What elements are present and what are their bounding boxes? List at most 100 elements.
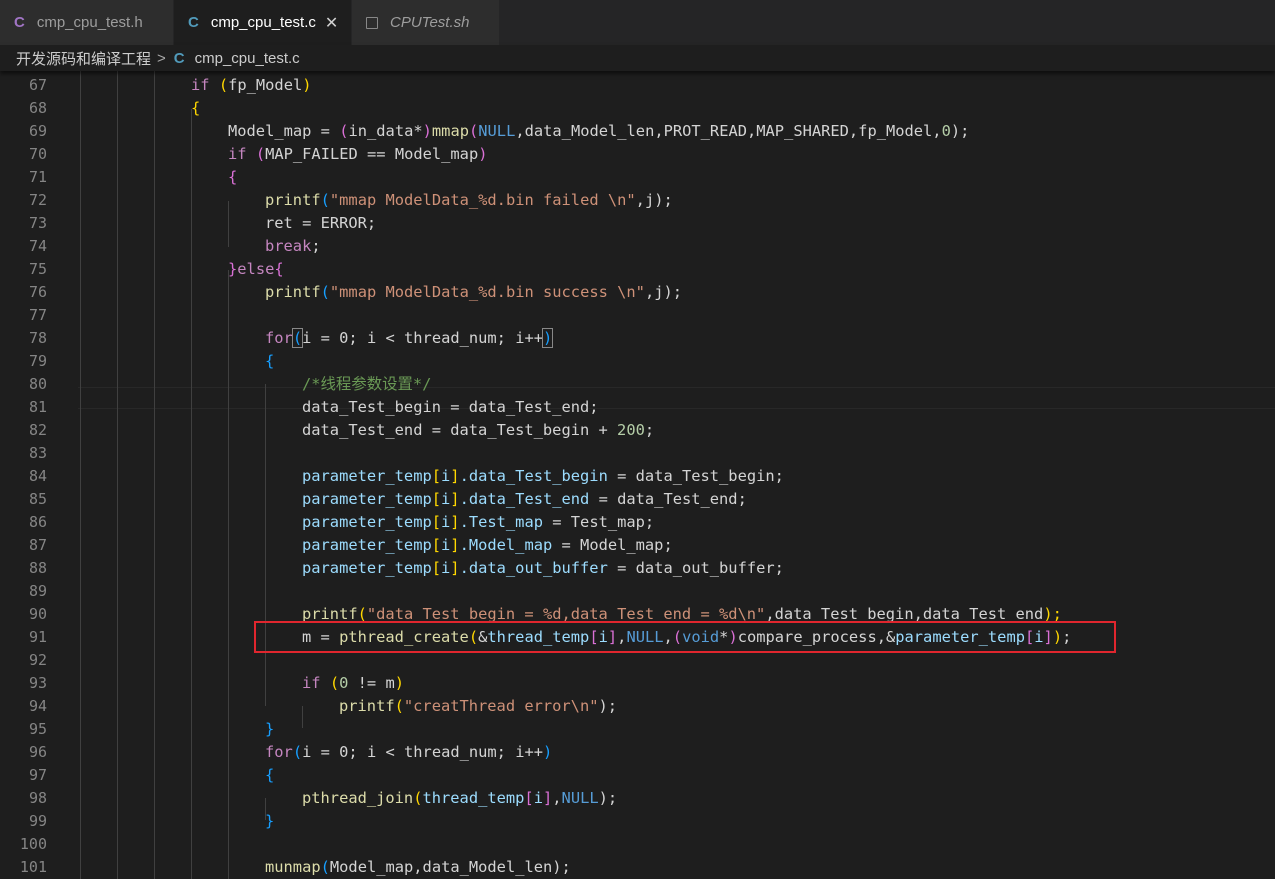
tab-cputest-sh[interactable]: CPUTest.sh	[352, 0, 500, 45]
token: in_data*	[348, 122, 423, 140]
close-icon[interactable]: ✕	[325, 13, 338, 33]
line-number: 72	[28, 191, 47, 209]
code-text: printf("mmap ModelData_%d.bin failed \n"…	[265, 189, 673, 211]
code-text: for(i = 0; i < thread_num; i++)	[265, 741, 552, 763]
token: }	[265, 720, 275, 738]
token: i	[441, 559, 451, 577]
line-number: 87	[28, 536, 47, 554]
line-number: 82	[28, 421, 47, 439]
token: ]	[450, 559, 460, 577]
code-editor[interactable]: 67 if (fp_Model) 68 { 69 Model_map = (in…	[0, 63, 1275, 879]
token: {	[265, 766, 275, 784]
token: = data_Test_end;	[589, 490, 747, 508]
line-number: 80	[28, 375, 47, 393]
code-text: pthread_join(thread_temp[i],NULL);	[302, 787, 617, 809]
tab-label: CPUTest.sh	[390, 14, 470, 31]
line-number: 90	[28, 605, 47, 623]
comment: /*线程参数设置*/	[302, 375, 432, 393]
tab-label: cmp_cpu_test.h	[36, 14, 143, 31]
token: ;	[311, 237, 321, 255]
code-text: Model_map = (in_data*)mmap(NULL,data_Mod…	[228, 120, 969, 142]
line-number: 99	[28, 812, 47, 830]
token: ]	[450, 490, 460, 508]
token: (	[292, 743, 303, 761]
token: Model_map,data_Model_len	[329, 858, 553, 876]
line-number: 94	[28, 697, 47, 715]
token: )	[543, 743, 553, 761]
line-number: 96	[28, 743, 47, 761]
token: (	[209, 76, 229, 94]
code-text: {	[265, 350, 274, 372]
token: NULL	[561, 789, 599, 807]
code-text: if (fp_Model)	[191, 74, 312, 96]
token: thread_temp	[422, 789, 525, 807]
line-number: 101	[19, 858, 47, 876]
token: [	[524, 789, 534, 807]
line-number: 79	[28, 352, 47, 370]
code-line: 83	[0, 442, 1275, 464]
line-number: 71	[28, 168, 47, 186]
code-line: 99 }	[0, 810, 1275, 832]
matching-bracket: )	[541, 328, 554, 348]
code-text: data_Test_begin = data_Test_end;	[302, 396, 599, 418]
code-line: 88 parameter_temp[i].data_out_buffer = d…	[0, 557, 1275, 579]
token: parameter_temp	[302, 513, 432, 531]
token: );	[598, 789, 618, 807]
code-text: {	[265, 764, 274, 786]
code-line: 79 {	[0, 350, 1275, 372]
code-text: ret = ERROR;	[265, 212, 376, 234]
token: (	[468, 122, 479, 140]
c-file-icon: C	[173, 49, 185, 67]
tab-cmp-cpu-test-h[interactable]: C cmp_cpu_test.h	[0, 0, 174, 45]
token: )	[394, 674, 404, 692]
code-text: {	[191, 97, 200, 119]
token: ]	[450, 467, 460, 485]
token: .Test_map	[459, 513, 543, 531]
token: printf	[265, 191, 321, 209]
code-line: 69 Model_map = (in_data*)mmap(NULL,data_…	[0, 120, 1275, 142]
code-line: 85 parameter_temp[i].data_Test_end = dat…	[0, 488, 1275, 510]
code-text: parameter_temp[i].data_out_buffer = data…	[302, 557, 784, 579]
line-number: 93	[28, 674, 47, 692]
token: break	[265, 237, 312, 255]
line-number: 92	[28, 651, 47, 669]
token: pthread_join	[302, 789, 414, 807]
token: ]	[450, 513, 460, 531]
token: ]	[450, 536, 460, 554]
line-number: 77	[28, 306, 47, 324]
token: [	[431, 536, 442, 554]
token: = data_out_buffer;	[607, 559, 784, 577]
token: "creatThread error\n"	[403, 697, 599, 715]
token: "mmap ModelData_%d.bin failed \n"	[329, 191, 636, 209]
code-line: 89	[0, 580, 1275, 602]
code-text: /*线程参数设置*/	[302, 373, 431, 395]
line-number: 97	[28, 766, 47, 784]
token: (	[246, 145, 266, 163]
token: {	[265, 352, 275, 370]
line-number: 78	[28, 329, 47, 347]
token: data_Test_end = data_Test_begin +	[302, 421, 618, 439]
code-text: {	[228, 166, 237, 188]
shell-script-icon	[366, 16, 378, 29]
line-number: 83	[28, 444, 47, 462]
breadcrumb-file[interactable]: cmp_cpu_test.c	[195, 50, 300, 67]
token: }	[265, 812, 275, 830]
breadcrumb-folder[interactable]: 开发源码和编译工程	[16, 48, 151, 69]
chevron-right-icon: >	[157, 49, 166, 67]
line-number: 76	[28, 283, 47, 301]
code-text: }	[265, 810, 274, 832]
line-number: 86	[28, 513, 47, 531]
line-number: 91	[28, 628, 47, 646]
token: );	[552, 858, 571, 876]
token: ;	[644, 421, 655, 439]
code-line: 98 pthread_join(thread_temp[i],NULL);	[0, 787, 1275, 809]
line-number: 95	[28, 720, 47, 738]
line-number: 73	[28, 214, 47, 232]
token: parameter_temp	[302, 467, 432, 485]
token: else	[237, 260, 275, 278]
tab-cmp-cpu-test-c[interactable]: C cmp_cpu_test.c ✕	[174, 0, 352, 45]
code-line: 82 data_Test_end = data_Test_begin + 200…	[0, 419, 1275, 441]
code-text: }else{	[228, 258, 284, 280]
code-line: 95 }	[0, 718, 1275, 740]
token: if	[191, 76, 210, 94]
